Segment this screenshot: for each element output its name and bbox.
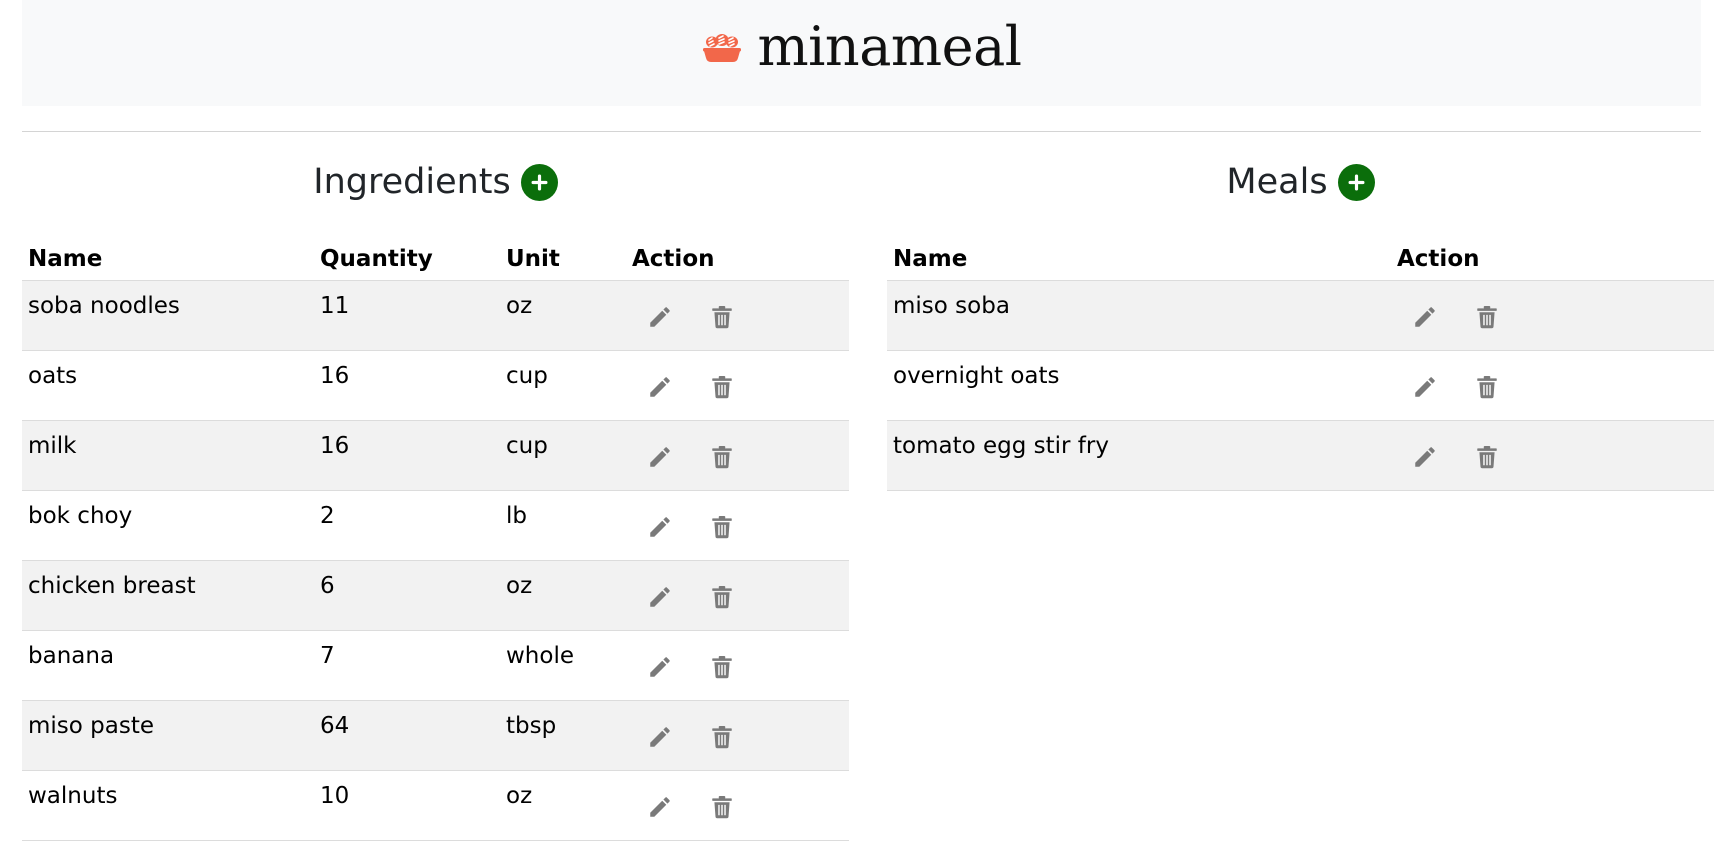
- ingredient-name: chicken breast: [22, 560, 314, 631]
- meal-name: miso soba: [887, 280, 1391, 351]
- pencil-icon[interactable]: [1409, 441, 1441, 473]
- trash-icon[interactable]: [706, 301, 738, 333]
- plus-icon: [1348, 174, 1365, 190]
- column-header-unit: Unit: [500, 230, 626, 281]
- pencil-icon[interactable]: [1409, 371, 1441, 403]
- ingredient-row: oats 16 cup: [22, 350, 849, 421]
- table-header-row: Name Action: [887, 230, 1714, 281]
- action-cell: [626, 280, 849, 351]
- app-header: minameal: [22, 0, 1701, 106]
- trash-icon[interactable]: [706, 371, 738, 403]
- ingredient-row: soba noodles 11 oz: [22, 280, 849, 351]
- ingredient-unit: tbsp: [500, 700, 626, 771]
- pencil-icon[interactable]: [644, 651, 676, 683]
- action-cell: [626, 560, 849, 631]
- meal-row: overnight oats: [887, 350, 1714, 421]
- ingredient-name: walnuts: [22, 770, 314, 841]
- pencil-icon[interactable]: [644, 791, 676, 823]
- meal-row: miso soba: [887, 280, 1714, 351]
- ingredient-unit: lb: [500, 490, 626, 561]
- ingredient-row: milk 16 cup: [22, 420, 849, 491]
- ingredient-quantity: 11: [314, 280, 500, 351]
- pencil-icon[interactable]: [644, 441, 676, 473]
- ingredient-quantity: 7: [314, 630, 500, 701]
- ingredient-quantity: 64: [314, 700, 500, 771]
- trash-icon[interactable]: [706, 441, 738, 473]
- action-cell: [1391, 350, 1714, 421]
- pencil-icon[interactable]: [1409, 301, 1441, 333]
- ingredient-quantity: 16: [314, 350, 500, 421]
- pencil-icon[interactable]: [644, 581, 676, 613]
- brand[interactable]: minameal: [701, 15, 1022, 78]
- action-cell: [1391, 280, 1714, 351]
- action-cell: [626, 770, 849, 841]
- trash-icon[interactable]: [1471, 371, 1503, 403]
- ingredient-name: banana: [22, 630, 314, 701]
- action-cell: [626, 630, 849, 701]
- ingredients-title: Ingredients: [313, 162, 511, 202]
- column-header-action: Action: [626, 230, 849, 281]
- ingredients-table: Name Quantity Unit Action soba noodles 11…: [22, 230, 849, 841]
- ingredient-row: miso paste 64 tbsp: [22, 700, 849, 771]
- ingredients-table-body: soba noodles 11 oz oats 16 cup milk 16 cup bok ch…: [22, 280, 849, 841]
- trash-icon[interactable]: [706, 581, 738, 613]
- ingredient-unit: whole: [500, 630, 626, 701]
- meals-table: Name Action miso soba overnight oats tomat…: [887, 230, 1714, 491]
- ingredient-name: bok choy: [22, 490, 314, 561]
- add-meal-button[interactable]: [1337, 163, 1375, 201]
- meals-panel: Meals Name Action miso soba overnight oat…: [887, 132, 1714, 491]
- meals-heading: Meals: [887, 132, 1714, 230]
- meals-title: Meals: [1226, 162, 1328, 202]
- ingredient-unit: cup: [500, 350, 626, 421]
- ingredient-name: miso paste: [22, 700, 314, 771]
- action-cell: [626, 350, 849, 421]
- ingredients-heading: Ingredients: [22, 132, 849, 230]
- trash-icon[interactable]: [1471, 301, 1503, 333]
- column-header-name: Name: [887, 230, 1391, 281]
- ingredient-name: oats: [22, 350, 314, 421]
- meal-row: tomato egg stir fry: [887, 420, 1714, 491]
- column-header-name: Name: [22, 230, 314, 281]
- trash-icon[interactable]: [706, 791, 738, 823]
- meal-name: overnight oats: [887, 350, 1391, 421]
- ingredient-quantity: 10: [314, 770, 500, 841]
- table-header-row: Name Quantity Unit Action: [22, 230, 849, 281]
- meal-name: tomato egg stir fry: [887, 420, 1391, 491]
- trash-icon[interactable]: [706, 511, 738, 543]
- trash-icon[interactable]: [706, 721, 738, 753]
- pencil-icon[interactable]: [644, 301, 676, 333]
- action-cell: [626, 490, 849, 561]
- ingredient-quantity: 16: [314, 420, 500, 491]
- ingredients-panel: Ingredients Name Quantity Unit Action so…: [22, 132, 849, 841]
- ingredient-row: bok choy 2 lb: [22, 490, 849, 561]
- ingredient-quantity: 6: [314, 560, 500, 631]
- action-cell: [1391, 420, 1714, 491]
- app-title: minameal: [757, 15, 1022, 78]
- ingredient-row: chicken breast 6 oz: [22, 560, 849, 631]
- plus-icon: [531, 174, 548, 190]
- ingredient-row: banana 7 whole: [22, 630, 849, 701]
- ingredient-name: soba noodles: [22, 280, 314, 351]
- ingredient-unit: oz: [500, 770, 626, 841]
- ingredient-row: walnuts 10 oz: [22, 770, 849, 841]
- action-cell: [626, 700, 849, 771]
- pencil-icon[interactable]: [644, 721, 676, 753]
- pencil-icon[interactable]: [644, 371, 676, 403]
- ingredient-name: milk: [22, 420, 314, 491]
- pencil-icon[interactable]: [644, 511, 676, 543]
- ingredient-unit: cup: [500, 420, 626, 491]
- ingredient-quantity: 2: [314, 490, 500, 561]
- column-header-quantity: Quantity: [314, 230, 500, 281]
- ingredient-unit: oz: [500, 280, 626, 351]
- ingredient-unit: oz: [500, 560, 626, 631]
- meals-table-body: miso soba overnight oats tomato egg stir f…: [887, 280, 1714, 491]
- trash-icon[interactable]: [1471, 441, 1503, 473]
- column-header-action: Action: [1391, 230, 1714, 281]
- trash-icon[interactable]: [706, 651, 738, 683]
- action-cell: [626, 420, 849, 491]
- add-ingredient-button[interactable]: [520, 163, 558, 201]
- bread-basket-icon: [703, 34, 742, 62]
